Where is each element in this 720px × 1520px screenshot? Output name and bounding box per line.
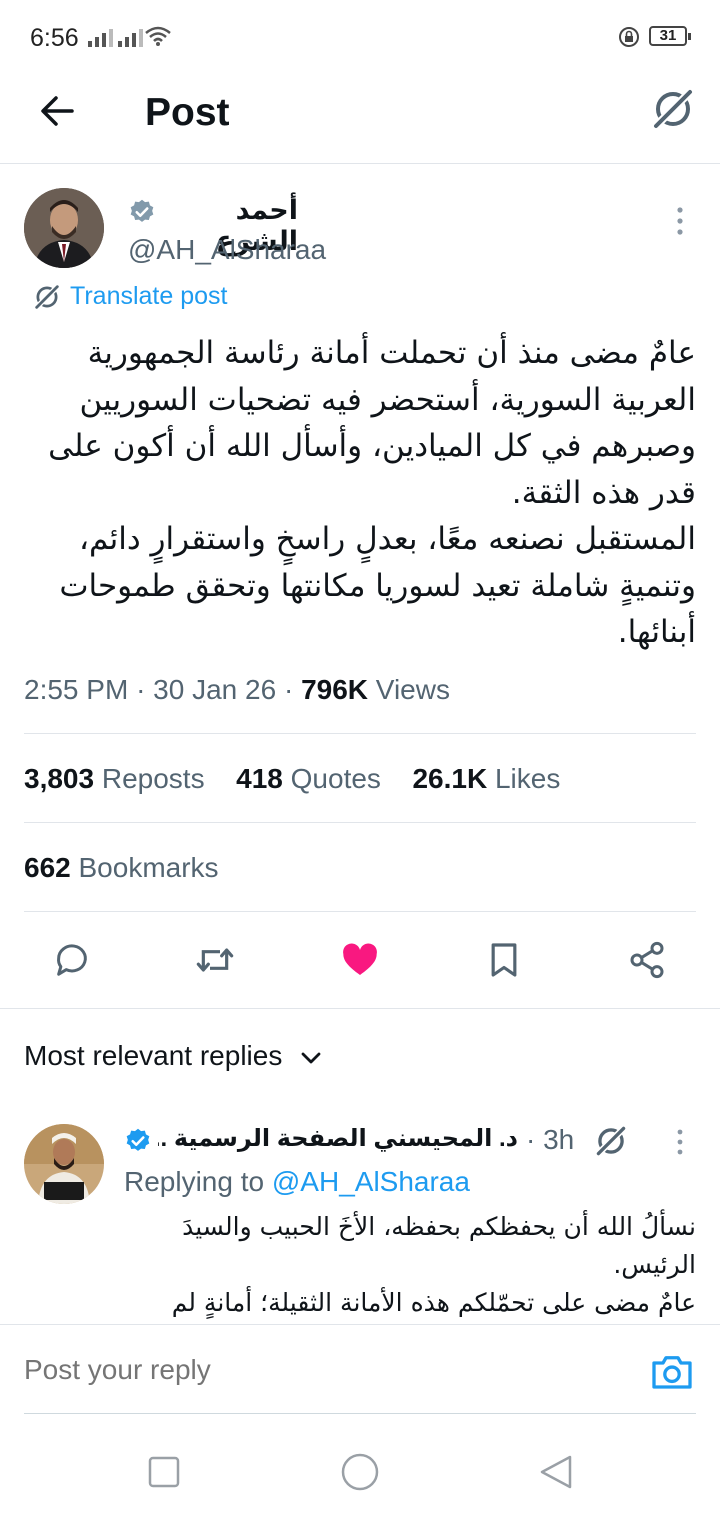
status-time: 6:56: [30, 24, 79, 52]
quotes-count: 418: [236, 763, 283, 794]
post-text-line: المستقبل نصنعه معًا، بعدلٍ راسخٍ واستقرا…: [79, 521, 696, 557]
signal-icon: [118, 27, 143, 47]
recent-apps-icon[interactable]: [148, 1456, 180, 1488]
status-bar: 6:56 31: [0, 0, 720, 74]
camera-icon[interactable]: [651, 1353, 693, 1391]
reply-text-line: نسألُ الله أن يحفظكم بحفظه، الأخَ الحبيب…: [182, 1212, 696, 1241]
bookmarks-label: Bookmarks: [78, 852, 219, 883]
replies-sort-label: Most relevant replies: [24, 1040, 283, 1071]
post-text-line: وتنميةٍ شاملة تعيد لسوريا مكانتها وتحقق …: [59, 567, 696, 604]
system-navigation-bar: [0, 1414, 720, 1520]
bookmarks-count: 662: [24, 852, 71, 883]
reply-author-avatar[interactable]: [24, 1124, 104, 1204]
replying-to-label: Replying to: [124, 1166, 265, 1197]
more-options-icon[interactable]: [670, 206, 690, 236]
replying-to: Replying to @AH_AlSharaa: [124, 1166, 470, 1198]
grok-icon[interactable]: [594, 1124, 628, 1158]
post-time: 2:55 PM: [24, 674, 129, 705]
reply-input[interactable]: [24, 1345, 624, 1395]
translate-post-link[interactable]: Translate post: [70, 282, 227, 311]
post-text-line: قدر هذه الثقة.: [511, 474, 696, 511]
bookmarks-stat[interactable]: 662 Bookmarks: [24, 852, 219, 884]
section-divider: [0, 1008, 720, 1009]
translate-grok-icon: [33, 283, 61, 311]
reply-time-wrap: · 3h: [526, 1124, 575, 1155]
post-date: 30 Jan 26: [153, 674, 277, 705]
author-handle[interactable]: @AH_AlSharaa: [128, 234, 326, 266]
post-action-bar: [0, 930, 720, 990]
likes-stat[interactable]: 26.1K Likes: [412, 763, 560, 794]
verified-badge-icon: [130, 199, 154, 222]
reply-author-name[interactable]: د. المحيسني الصفحة الرسمية ...: [158, 1124, 518, 1153]
back-triangle-icon[interactable]: [538, 1454, 574, 1490]
quotes-stat[interactable]: 418 Quotes: [236, 763, 381, 794]
post-text: عامٌ مضى منذ أن تحملت أمانة رئاسة الجمهو…: [24, 330, 696, 656]
likes-count: 26.1K: [412, 763, 488, 794]
reply-header: د. المحيسني الصفحة الرسمية ... · 3h: [124, 1124, 683, 1158]
post-text-line: أبنائها.: [617, 614, 696, 650]
share-icon[interactable]: [627, 940, 667, 980]
divider: [24, 911, 696, 912]
lock-rotation-icon: [619, 27, 639, 47]
page-title: Post: [145, 91, 230, 134]
reply-text[interactable]: نسألُ الله أن يحفظكم بحفظه، الأخَ الحبيب…: [124, 1208, 696, 1324]
divider: [24, 733, 696, 734]
post-text-line: عامٌ مضى منذ أن تحملت أمانة رئاسة الجمهو…: [87, 335, 696, 371]
like-heart-icon[interactable]: [340, 940, 380, 980]
signal-icon: [88, 27, 113, 47]
divider: [24, 822, 696, 823]
post-text-line: العربية السورية، أستحضر فيه تضحيات السور…: [79, 381, 696, 418]
views-count[interactable]: 796K: [301, 674, 368, 705]
reply-text-line: الرئيس.: [613, 1250, 696, 1279]
top-app-bar: Post: [0, 74, 720, 164]
views-label: Views: [375, 674, 450, 705]
post-meta: 2:55 PM · 30 Jan 26 · 796K Views: [24, 674, 450, 705]
reposts-label: Reposts: [101, 763, 205, 794]
battery-indicator: 31: [649, 26, 691, 46]
reply-time: 3h: [543, 1124, 575, 1155]
home-icon[interactable]: [340, 1452, 380, 1492]
wifi-icon: [145, 26, 171, 46]
replies-sort-dropdown[interactable]: Most relevant replies: [24, 1040, 322, 1072]
author-avatar[interactable]: [24, 188, 104, 268]
chevron-down-icon: [301, 1052, 321, 1064]
author-avatar-image: [24, 188, 104, 268]
reply-composer: [0, 1324, 720, 1415]
back-arrow-icon[interactable]: [38, 92, 76, 130]
repost-icon[interactable]: [194, 940, 236, 980]
bookmark-icon[interactable]: [484, 940, 524, 980]
reply-text-line: عامٌ مضى على تحمّلكم هذه الأمانة الثقيلة…: [171, 1288, 696, 1317]
likes-label: Likes: [494, 763, 561, 794]
reply-icon[interactable]: [52, 940, 92, 980]
reposts-count: 3,803: [24, 763, 95, 794]
reply-avatar-image: [24, 1124, 104, 1204]
replying-to-handle[interactable]: @AH_AlSharaa: [272, 1166, 470, 1197]
quotes-label: Quotes: [290, 763, 381, 794]
reposts-stat[interactable]: 3,803 Reposts: [24, 763, 205, 794]
grok-icon[interactable]: [650, 86, 696, 132]
verified-badge-icon: [126, 1128, 150, 1151]
post-text-line: وصبرهم في كل الميادين، وأسأل الله أن أكو…: [48, 428, 696, 464]
reply-more-options-icon[interactable]: [670, 1128, 690, 1156]
engagement-stats: 3,803 Reposts 418 Quotes 26.1K Likes: [24, 763, 560, 795]
